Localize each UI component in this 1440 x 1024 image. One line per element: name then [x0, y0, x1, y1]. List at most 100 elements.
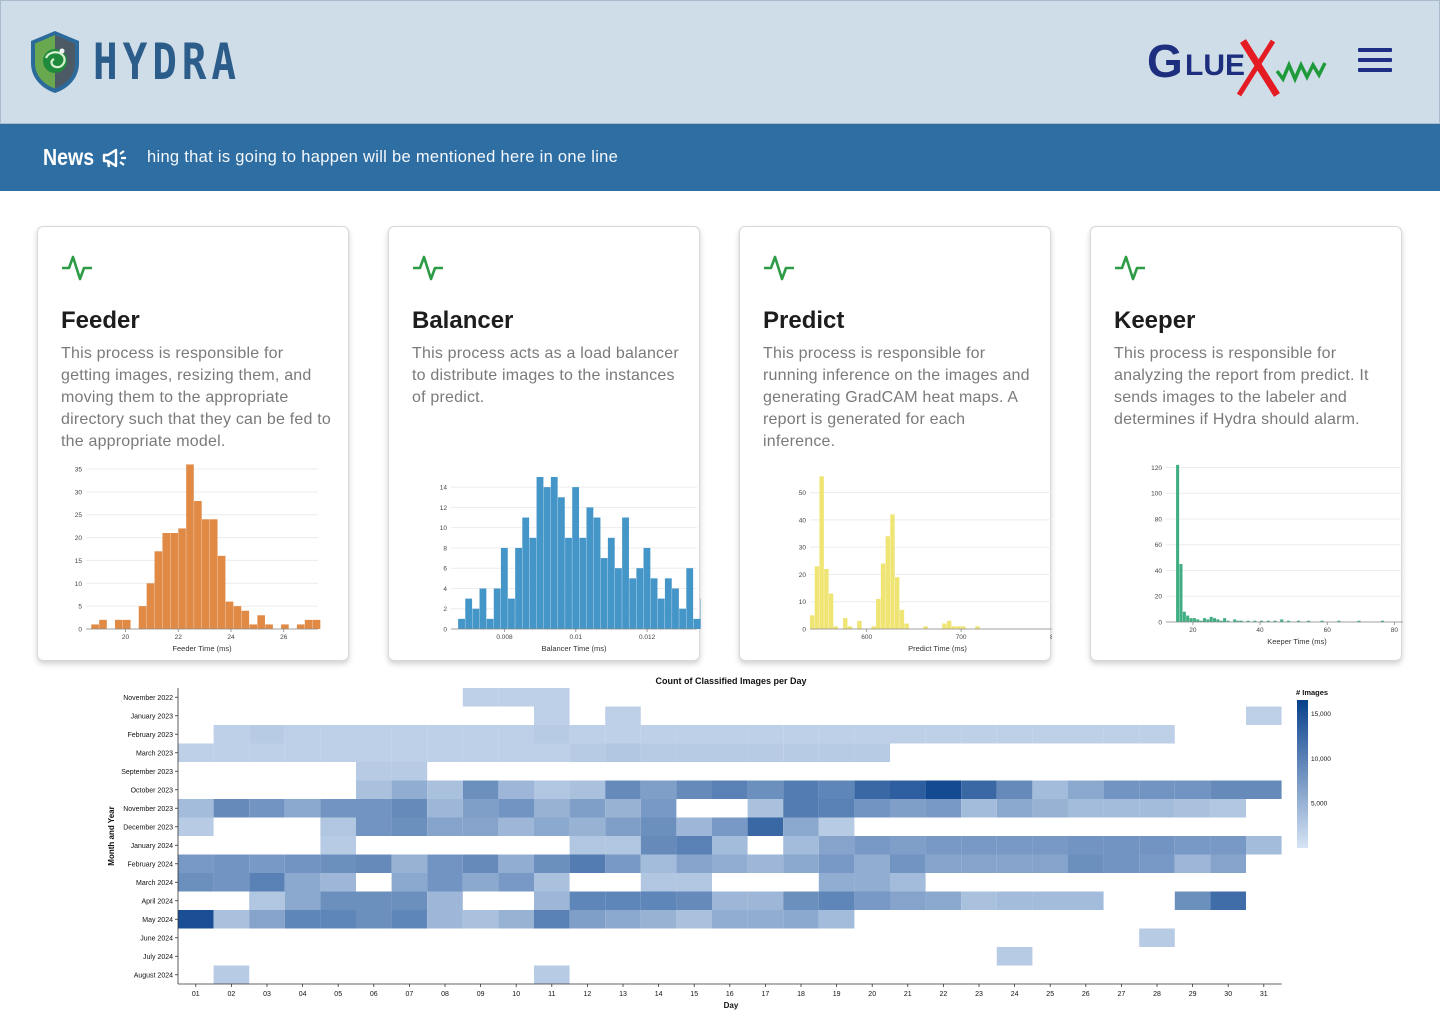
- heatmap-cell: [605, 725, 641, 744]
- heatmap-cell: [818, 854, 855, 873]
- histogram-bar: [178, 528, 186, 629]
- heatmap-cell: [462, 799, 499, 818]
- pulse-icon: [413, 255, 443, 281]
- card-description: This process is responsible for analyzin…: [1114, 345, 1369, 428]
- legend-gradient: [1297, 700, 1308, 848]
- card-title: Feeder: [61, 307, 140, 334]
- y-tick-label: 60: [1155, 542, 1163, 549]
- y-tick-label: 20: [799, 572, 807, 579]
- histogram-bar: [885, 536, 890, 629]
- heatmap-cell: [534, 780, 570, 799]
- heatmap-cell: [1068, 725, 1104, 744]
- heatmap-cell: [1032, 780, 1068, 799]
- heatmap-cell: [1174, 799, 1211, 818]
- histogram-bar: [819, 476, 824, 629]
- heatmap-cell: [1210, 854, 1246, 873]
- histogram-bar: [876, 599, 881, 629]
- heatmap-cell: [498, 725, 534, 744]
- heatmap-cell: [747, 854, 784, 873]
- classified-images-heatmap: Count of Classified Images per Day Novemb…: [107, 676, 1331, 1010]
- histogram-bar: [650, 578, 658, 629]
- heatmap-cell: [427, 891, 463, 910]
- heatmap-cell: [534, 743, 570, 762]
- heatmap-cell: [961, 780, 997, 799]
- heatmap-cell: [1210, 799, 1246, 818]
- histogram-bar: [522, 517, 530, 629]
- heatmap-cell: [961, 799, 997, 818]
- heatmap-cell: [854, 725, 890, 744]
- heatmap-cell: [1068, 780, 1104, 799]
- day-label: 09: [477, 991, 485, 998]
- histogram-bar: [843, 618, 848, 629]
- day-label: 25: [1046, 991, 1054, 998]
- card-feeder[interactable]: Feeder This process is responsible for g…: [37, 226, 349, 661]
- month-label: March 2023: [136, 750, 173, 757]
- heatmap-cell: [178, 799, 214, 818]
- heatmap-cell: [356, 854, 392, 873]
- heatmap-cell: [818, 743, 855, 762]
- histogram-bar: [202, 519, 210, 629]
- histogram-bar: [296, 624, 305, 629]
- y-axis-title: Month and Year: [107, 806, 116, 865]
- hamburger-menu-icon[interactable]: [1358, 48, 1392, 76]
- histogram-bar: [1192, 618, 1196, 622]
- day-label: 03: [263, 991, 271, 998]
- x-tick-label: 80: [1391, 627, 1399, 634]
- heatmap-cell: [747, 817, 784, 836]
- heatmap-cell: [1210, 780, 1246, 799]
- svg-text:G: G: [1147, 35, 1183, 87]
- heatmap-cell: [356, 817, 392, 836]
- heatmap-cell: [996, 799, 1033, 818]
- histogram-bar: [1202, 618, 1207, 622]
- heatmap-cell: [213, 873, 250, 892]
- y-tick-label: 0: [802, 627, 806, 634]
- heatmap-cell: [961, 891, 997, 910]
- heatmap-cell: [178, 817, 214, 836]
- histogram-bar: [847, 626, 853, 629]
- heatmap-cell: [783, 799, 819, 818]
- heatmap-cell: [391, 854, 428, 873]
- heatmap-cell: [427, 854, 463, 873]
- heatmap-cell: [854, 799, 890, 818]
- heatmap-cell: [640, 891, 677, 910]
- keeper-histogram: 0 20 40 60 80 100 120 20 40 60 80 Keeper Time (ms): [1151, 464, 1403, 646]
- x-tick-label: 20: [1189, 627, 1197, 634]
- heatmap-cell: [818, 873, 855, 892]
- heatmap-cell: [1139, 928, 1175, 947]
- heatmap-cell: [320, 891, 356, 910]
- histogram-bar: [138, 606, 147, 629]
- histogram-bar: [975, 626, 980, 629]
- histogram-bar: [579, 537, 587, 629]
- hydra-logo[interactable]: HYDRA: [29, 29, 274, 95]
- card-predict[interactable]: Predict This process is responsible for …: [739, 226, 1052, 661]
- histogram-bar: [536, 477, 544, 629]
- heatmap-cell: [1139, 854, 1175, 873]
- histogram-bar: [586, 507, 594, 629]
- histogram-bar: [194, 501, 202, 629]
- heatmap-cell: [320, 836, 356, 855]
- card-balancer[interactable]: Balancer This process acts as a load bal…: [388, 226, 701, 661]
- heatmap-cell: [284, 799, 321, 818]
- heatmap-cell: [427, 725, 463, 744]
- heatmap-cell: [213, 854, 250, 873]
- card-keeper[interactable]: Keeper This process is responsible for a…: [1090, 226, 1403, 661]
- heatmap-cell: [356, 780, 392, 799]
- heatmap-cell: [462, 780, 499, 799]
- predict-histogram: 0 10 20 30 40 50 600 700 800 Predict Time (ms): [799, 476, 1052, 653]
- heatmap-cell: [676, 836, 712, 855]
- heatmap-cell: [1068, 836, 1104, 855]
- heatmap-cell: [1174, 854, 1211, 873]
- histogram-bar: [146, 583, 155, 629]
- heatmap-cell: [427, 799, 463, 818]
- heatmap-cell: [961, 725, 997, 744]
- heatmap-cell: [1210, 891, 1246, 910]
- histogram-bar: [186, 464, 194, 629]
- heatmap-cell: [925, 891, 962, 910]
- heatmap-cell: [818, 836, 855, 855]
- y-tick-label: 20: [1155, 594, 1163, 601]
- y-tick-label: 4: [443, 586, 447, 593]
- histogram-bar: [1209, 616, 1213, 622]
- heatmap-cell: [1032, 836, 1068, 855]
- heatmap-cell: [747, 799, 784, 818]
- histogram-bar: [622, 517, 629, 629]
